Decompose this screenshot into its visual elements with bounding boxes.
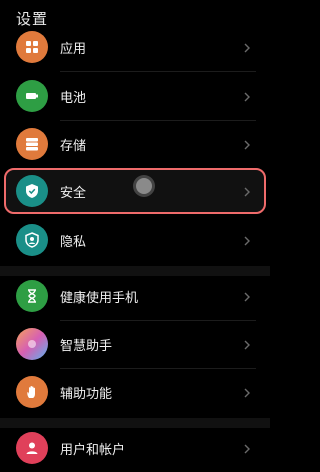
settings-item-label: 电池	[60, 90, 87, 106]
chevron-right-icon	[240, 385, 254, 399]
touch-indicator	[136, 178, 152, 194]
privacy-icon	[16, 224, 48, 256]
chevron-right-icon	[240, 184, 254, 198]
assistant-icon	[16, 328, 48, 360]
settings-item-label: 智慧助手	[60, 338, 113, 354]
settings-item-label: 隐私	[60, 234, 87, 250]
chevron-right-icon	[240, 137, 254, 151]
settings-item-storage[interactable]: 存储	[0, 120, 270, 168]
settings-item-users-accounts[interactable]: 用户和帐户	[0, 424, 270, 472]
chevron-right-icon	[240, 289, 254, 303]
chevron-right-icon	[240, 89, 254, 103]
storage-icon	[16, 128, 48, 160]
settings-item-label: 健康使用手机	[60, 290, 139, 306]
chevron-right-icon	[240, 40, 254, 54]
battery-icon	[16, 80, 48, 112]
hourglass-icon	[16, 280, 48, 312]
settings-item-digital-balance[interactable]: 健康使用手机	[0, 272, 270, 320]
settings-item-label: 辅助功能	[60, 386, 113, 402]
settings-item-apps[interactable]: 应用	[0, 23, 270, 71]
chevron-right-icon	[240, 337, 254, 351]
settings-item-label: 用户和帐户	[60, 442, 126, 458]
settings-item-label: 存储	[60, 138, 87, 154]
settings-item-accessibility[interactable]: 辅助功能	[0, 368, 270, 416]
settings-item-label: 应用	[60, 41, 87, 57]
settings-item-privacy[interactable]: 隐私	[0, 216, 270, 264]
user-icon	[16, 432, 48, 464]
apps-icon	[16, 31, 48, 63]
hand-icon	[16, 376, 48, 408]
settings-item-security[interactable]: 安全	[0, 167, 270, 215]
chevron-right-icon	[240, 233, 254, 247]
shield-check-icon	[16, 175, 48, 207]
chevron-right-icon	[240, 441, 254, 455]
settings-item-assistant[interactable]: 智慧助手	[0, 320, 270, 368]
settings-item-label: 安全	[60, 185, 87, 201]
settings-item-battery[interactable]: 电池	[0, 72, 270, 120]
